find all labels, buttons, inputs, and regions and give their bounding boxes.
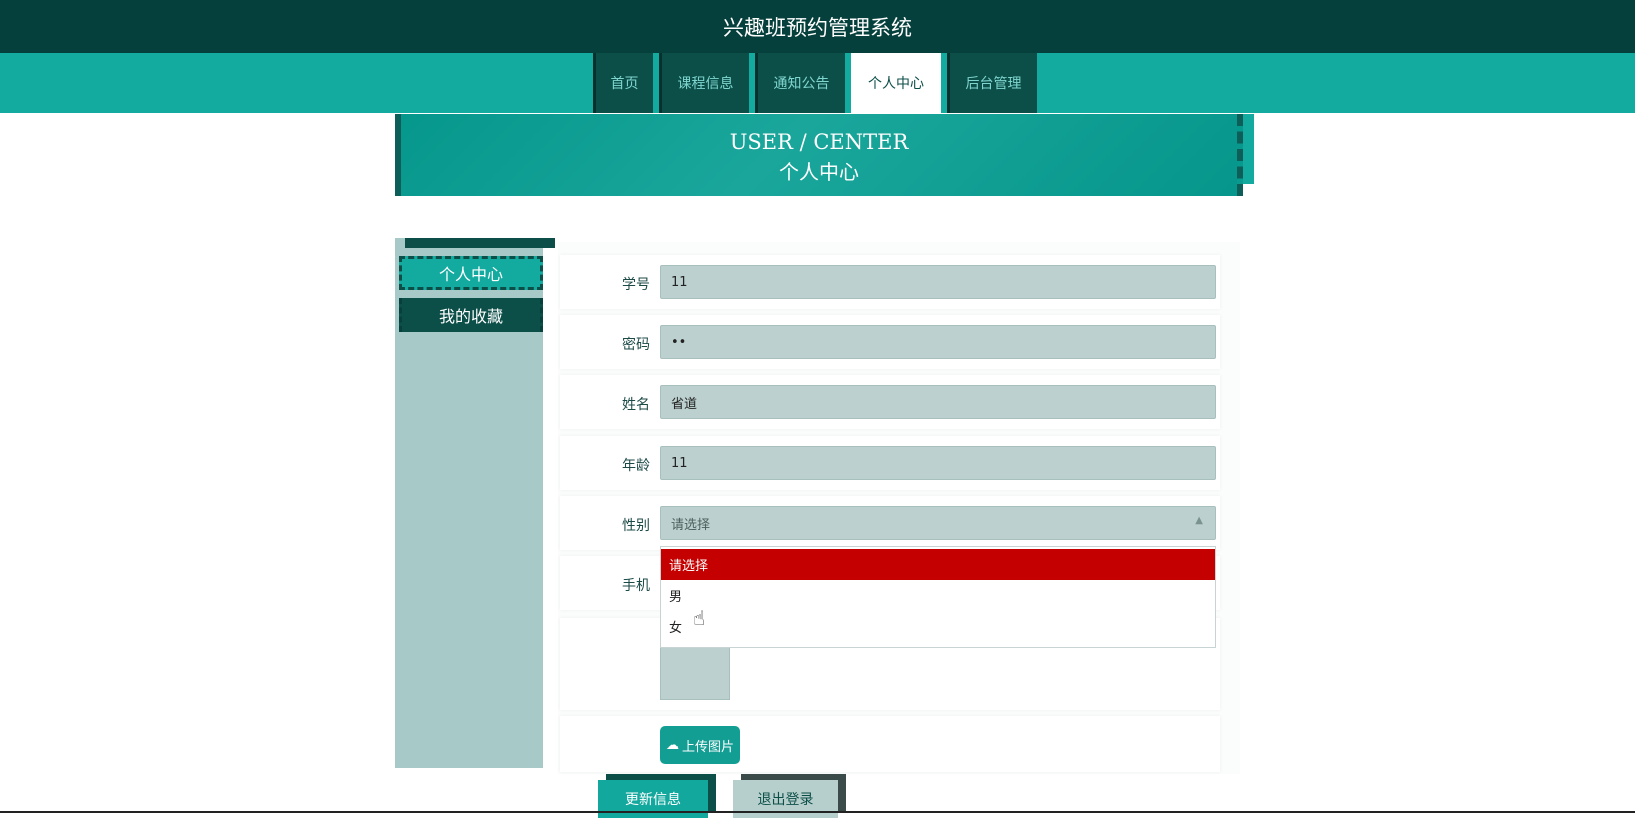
name-label: 姓名 [622, 397, 650, 413]
site-title-bar: 兴趣班预约管理系统 [0, 0, 1635, 53]
nav-item-label: 首页 [610, 76, 639, 92]
sidebar-item-label: 个人中心 [438, 265, 503, 284]
age-value: 11 [671, 455, 688, 471]
option-label: 请选择 [669, 559, 709, 574]
password-input[interactable]: •• [660, 325, 1216, 359]
cloud-upload-icon: ☁ [665, 737, 679, 753]
banner-title-en: USER / CENTER [729, 130, 909, 154]
gender-selected-value: 请选择 [671, 517, 711, 533]
gender-label: 性别 [622, 518, 650, 534]
sidebar-top-bar [405, 238, 555, 248]
chevron-up-icon: ▲ [1195, 515, 1203, 526]
upload-image-button[interactable]: ☁ 上传图片 [660, 726, 740, 764]
nav-item-label: 个人中心 [868, 76, 924, 92]
sidebar-item-user-center[interactable]: 个人中心 [399, 256, 543, 290]
banner-title-cn: 个人中心 [779, 160, 859, 184]
nav-item-courses[interactable]: 课程信息 [659, 53, 749, 113]
nav-item-label: 课程信息 [677, 76, 734, 92]
gender-dropdown: 请选择 男 女 [660, 546, 1216, 648]
gender-option-male[interactable]: 男 [661, 580, 1215, 611]
gender-option-placeholder[interactable]: 请选择 [661, 549, 1215, 580]
nav-item-home[interactable]: 首页 [593, 53, 653, 113]
main-nav: 首页 课程信息 通知公告 个人中心 后台管理 [593, 53, 1043, 113]
page-banner: USER / CENTER 个人中心 [395, 114, 1243, 196]
form-row-upload [560, 716, 1220, 772]
option-label: 男 [669, 590, 683, 605]
gender-select[interactable]: 请选择 ▲ [660, 506, 1216, 540]
name-value: 省道 [671, 396, 698, 412]
logout-label: 退出登录 [757, 792, 814, 808]
gender-option-female[interactable]: 女 [661, 611, 1215, 642]
name-input[interactable]: 省道 [660, 385, 1216, 419]
password-label: 密码 [622, 337, 650, 353]
sidebar-item-favorites[interactable]: 我的收藏 [399, 298, 543, 332]
nav-item-user-center[interactable]: 个人中心 [851, 53, 941, 113]
nav-item-notices[interactable]: 通知公告 [755, 53, 845, 113]
nav-item-label: 通知公告 [773, 76, 830, 92]
age-label: 年龄 [622, 458, 650, 474]
sidebar-item-label: 我的收藏 [438, 307, 503, 326]
site-title: 兴趣班预约管理系统 [723, 15, 912, 40]
phone-label: 手机 [622, 578, 650, 594]
password-value: •• [671, 334, 687, 350]
student-id-label: 学号 [622, 277, 650, 293]
nav-item-admin[interactable]: 后台管理 [947, 53, 1037, 113]
nav-item-label: 后台管理 [965, 76, 1022, 92]
update-label: 更新信息 [625, 792, 681, 808]
age-input[interactable]: 11 [660, 446, 1216, 480]
hand-cursor-icon: ☝ [693, 606, 706, 630]
upload-label: 上传图片 [681, 739, 734, 755]
student-id-input[interactable]: 11 [660, 265, 1216, 299]
option-label: 女 [669, 621, 683, 636]
student-id-value: 11 [671, 274, 688, 290]
